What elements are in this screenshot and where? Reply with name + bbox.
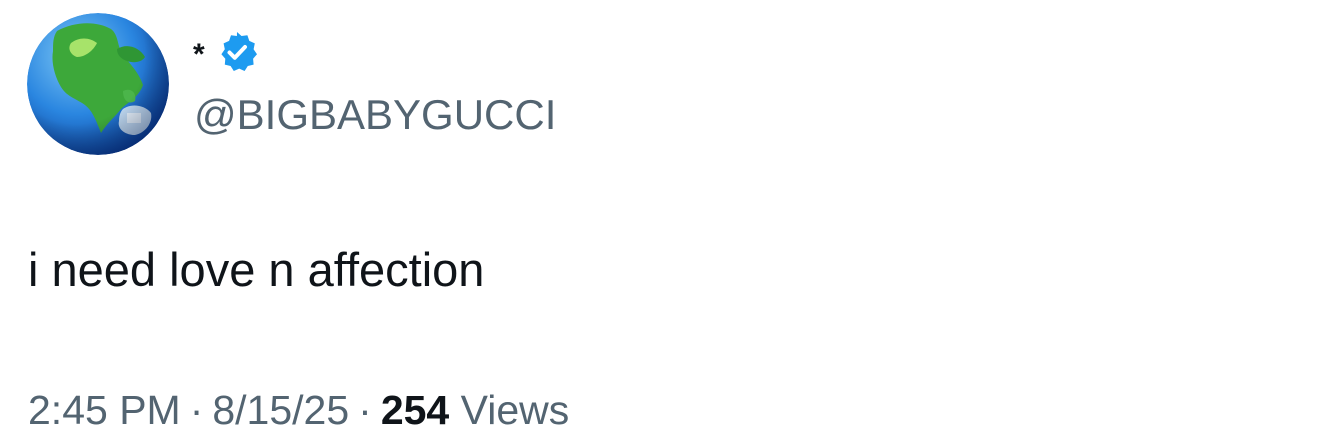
tweet-time[interactable]: 2:45 PM <box>28 387 181 433</box>
tweet-text: i need love n affection <box>28 243 485 296</box>
author-name-row: * <box>193 26 259 78</box>
meta-separator: · <box>189 387 204 433</box>
views-label: Views <box>460 387 570 433</box>
earth-globe-icon <box>27 13 169 155</box>
views-count: 254 <box>380 387 450 433</box>
author-display-name[interactable]: * <box>193 40 205 70</box>
meta-separator: · <box>358 387 372 433</box>
avatar[interactable] <box>27 13 169 155</box>
tweet-card: * @BIGBABYGUCCI i need love n affection … <box>0 0 1320 439</box>
tweet-date[interactable]: 8/15/25 <box>212 387 349 433</box>
tweet-meta-row: 2:45 PM · 8/15/25 · 254 Views <box>28 385 569 435</box>
verified-badge-icon[interactable] <box>215 30 259 74</box>
author-handle[interactable]: @BIGBABYGUCCI <box>194 90 556 140</box>
